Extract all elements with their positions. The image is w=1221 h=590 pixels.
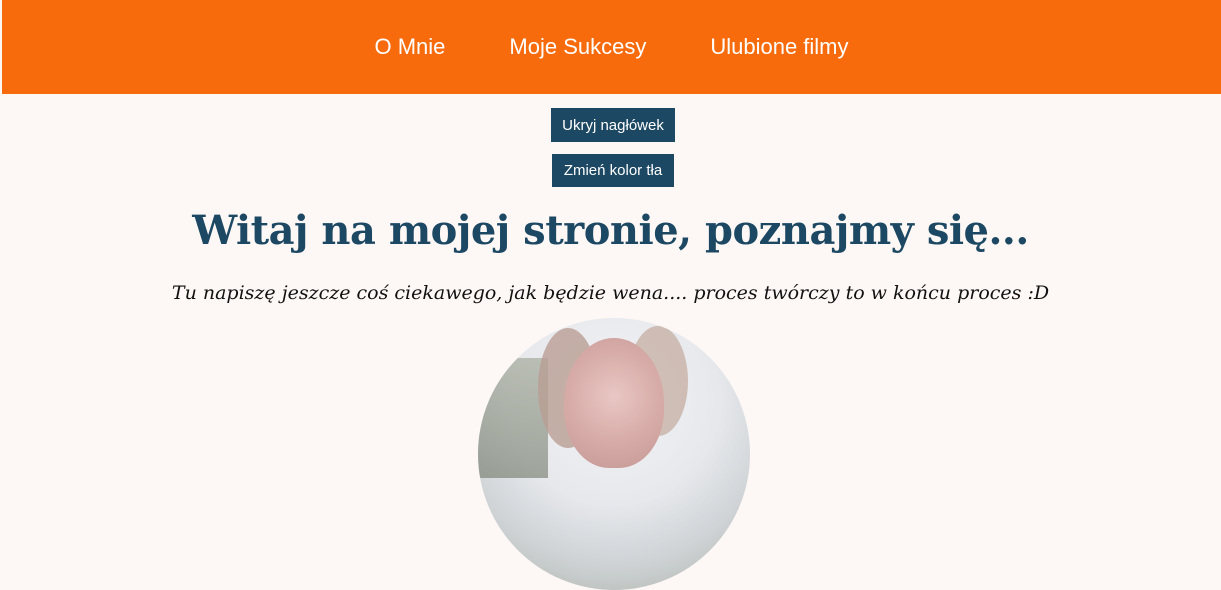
header: O Mnie Moje Sukcesy Ulubione filmy (2, 0, 1221, 94)
main-nav: O Mnie Moje Sukcesy Ulubione filmy (2, 0, 1221, 94)
avatar-face (564, 338, 664, 468)
nav-link-o-mnie[interactable]: O Mnie (374, 36, 445, 58)
change-background-button[interactable]: Zmień kolor tła (552, 154, 674, 187)
nav-link-moje-sukcesy[interactable]: Moje Sukcesy (509, 36, 646, 58)
avatar-background (478, 358, 548, 478)
nav-link-ulubione-filmy[interactable]: Ulubione filmy (710, 36, 848, 58)
page-title: Witaj na mojej stronie, poznajmy się... (192, 207, 1029, 254)
page-subtitle: Tu napiszę jeszcze coś ciekawego, jak bę… (171, 282, 1050, 304)
hide-header-button[interactable]: Ukryj nagłówek (551, 108, 675, 142)
avatar (478, 318, 750, 590)
